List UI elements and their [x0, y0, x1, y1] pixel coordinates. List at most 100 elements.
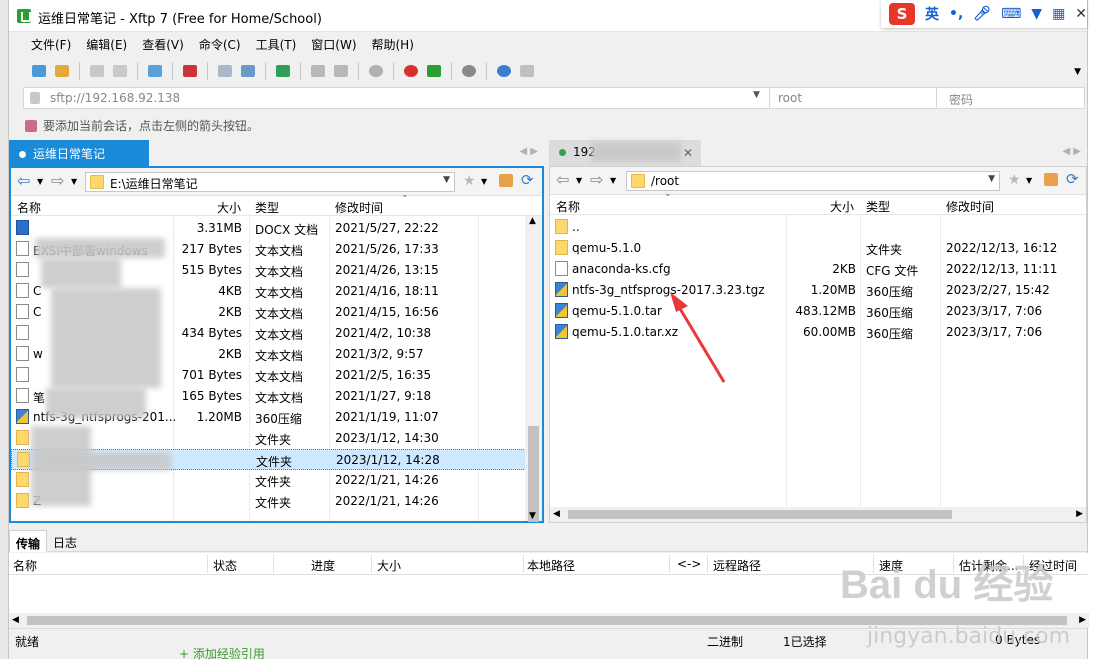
sogou-logo-icon[interactable]: S [889, 3, 915, 25]
file-row[interactable]: 3.31MB DOCX 文档 2021/5/27, 22:22 [11, 218, 542, 239]
forward-arrow-icon[interactable]: ⇨ [51, 173, 69, 189]
col-type[interactable]: 类型 [866, 198, 890, 215]
file-row[interactable]: qemu-5.1.0.tar.xz 60.00MB 360压缩 2023/3/17, … [550, 322, 1086, 343]
col-name[interactable]: 名称 [17, 199, 41, 216]
add-session-arrow-icon[interactable] [25, 119, 37, 132]
refresh-icon[interactable]: ⟳ [1066, 170, 1079, 188]
tcol-remote-path[interactable]: 远程路径 [713, 557, 761, 574]
ime-mode-label[interactable]: 英 [925, 4, 939, 24]
local-path-input[interactable]: E:\运维日常笔记 ▼ [85, 172, 455, 192]
scroll-left-icon[interactable]: ◀ [553, 509, 560, 519]
file-row[interactable]: ntfs-3g_ntfsprogs-2017.3.23.tgz 1.20MB 360… [550, 280, 1086, 301]
tab-transfer[interactable]: 传输 [9, 530, 48, 552]
globe-icon[interactable] [366, 62, 386, 80]
paste-icon[interactable] [331, 62, 351, 80]
menu-file[interactable]: 文件(F) [27, 36, 75, 53]
username-field[interactable]: root [769, 88, 924, 108]
address-dropdown-icon[interactable]: ▼ [753, 90, 760, 100]
password-field[interactable]: 密码 [936, 88, 1086, 108]
microphone-icon[interactable]: 🎤︎ [973, 6, 991, 22]
home-folder-icon[interactable] [499, 174, 513, 187]
close-icon[interactable]: ✕ [1075, 6, 1087, 22]
menu-tools[interactable]: 工具(T) [252, 36, 301, 53]
forward-arrow-icon[interactable]: ⇨ [590, 172, 608, 188]
tab-local-session[interactable]: 运维日常笔记 [9, 140, 149, 166]
back-dropdown-icon[interactable]: ▼ [37, 177, 43, 186]
disconnect-icon[interactable] [110, 62, 130, 80]
xftp-green-icon[interactable] [424, 62, 444, 80]
scroll-left-icon[interactable]: ◀ [12, 615, 19, 625]
col-modified[interactable]: 修改时间 [946, 198, 994, 215]
tcol-direction[interactable]: <-> [677, 557, 701, 571]
tcol-name[interactable]: 名称 [13, 557, 37, 574]
tcol-status[interactable]: 状态 [213, 557, 237, 574]
new-session-icon[interactable] [29, 62, 49, 80]
ime-toolbar[interactable]: S 英 •, 🎤︎ ⌨︎ ▼ ▦ ✕ [881, 0, 1087, 28]
tcol-eta[interactable]: 估计剩余... [959, 557, 1018, 574]
remote-horizontal-scrollbar[interactable]: ◀ ▶ [550, 507, 1086, 522]
keyboard-icon[interactable]: ⌨︎ [1001, 6, 1021, 22]
path-dropdown-icon[interactable]: ▼ [443, 175, 450, 185]
scroll-up-icon[interactable]: ▲ [529, 216, 536, 226]
skin-shirt-icon[interactable]: ▼ [1031, 6, 1042, 22]
netsarang-icon[interactable] [401, 62, 421, 80]
punctuation-icon[interactable]: •, [949, 6, 963, 22]
transfer-horizontal-scrollbar[interactable]: ◀ ▶ [9, 613, 1089, 628]
favorites-dropdown-icon[interactable]: ▼ [1026, 176, 1032, 185]
gear-icon[interactable] [459, 62, 479, 80]
new-window-icon[interactable] [145, 62, 165, 80]
tcol-elapsed[interactable]: 经过时间 [1029, 557, 1077, 574]
menu-view[interactable]: 查看(V) [138, 36, 188, 53]
connect-icon[interactable] [87, 62, 107, 80]
home-folder-icon[interactable] [1044, 173, 1058, 186]
back-arrow-icon[interactable]: ⇦ [556, 172, 574, 188]
back-arrow-icon[interactable]: ⇦ [17, 173, 35, 189]
col-type[interactable]: 类型 [255, 199, 279, 216]
refresh-icon[interactable]: ⟳ [521, 171, 534, 189]
col-size[interactable]: 大小 [830, 198, 854, 215]
forward-dropdown-icon[interactable]: ▼ [71, 177, 77, 186]
copy-icon[interactable] [308, 62, 328, 80]
file-row[interactable]: qemu-5.1.0.tar 483.12MB 360压缩 2023/3/17, 7:… [550, 301, 1086, 322]
sync-icon[interactable] [273, 62, 293, 80]
file-row[interactable]: anaconda-ks.cfg 2KB CFG 文件 2022/12/13, 11:1… [550, 259, 1086, 280]
scroll-thumb[interactable] [568, 510, 952, 519]
tab-scroll-arrows[interactable]: ◀ ▶ [1062, 146, 1081, 157]
col-name[interactable]: 名称 [556, 198, 580, 215]
scroll-right-icon[interactable]: ▶ [1076, 509, 1083, 519]
tcol-speed[interactable]: 速度 [879, 557, 903, 574]
upload-icon[interactable] [215, 62, 235, 80]
terminal-icon[interactable] [180, 62, 200, 80]
tcol-size[interactable]: 大小 [377, 557, 401, 574]
open-folder-icon[interactable] [52, 62, 72, 80]
chat-icon[interactable] [517, 62, 537, 80]
col-size[interactable]: 大小 [217, 199, 241, 216]
local-vertical-scrollbar[interactable]: ▲ ▼ [525, 216, 542, 522]
tcol-progress[interactable]: 进度 [311, 557, 335, 574]
menu-command[interactable]: 命令(C) [195, 36, 245, 53]
host-address-input[interactable]: sftp://192.168.92.138 [50, 91, 180, 105]
forward-dropdown-icon[interactable]: ▼ [610, 176, 616, 185]
col-modified[interactable]: 修改时间 [335, 199, 383, 216]
remote-path-input[interactable]: /root ▼ [626, 171, 1000, 191]
tab-remote-session[interactable]: 192 ✕ [549, 140, 701, 166]
menu-window[interactable]: 窗口(W) [307, 36, 360, 53]
favorites-star-icon[interactable]: ★ [1008, 172, 1021, 188]
menu-edit[interactable]: 编辑(E) [82, 36, 131, 53]
back-dropdown-icon[interactable]: ▼ [576, 176, 582, 185]
tcol-local-path[interactable]: 本地路径 [527, 557, 575, 574]
favorites-dropdown-icon[interactable]: ▼ [481, 177, 487, 186]
scroll-thumb[interactable] [27, 616, 1067, 625]
download-icon[interactable] [238, 62, 258, 80]
path-dropdown-icon[interactable]: ▼ [988, 174, 995, 184]
favorites-star-icon[interactable]: ★ [463, 173, 476, 189]
tab-close-icon[interactable]: ✕ [683, 146, 693, 160]
tab-scroll-arrows[interactable]: ◀ ▶ [519, 146, 538, 157]
scroll-down-icon[interactable]: ▼ [529, 511, 536, 521]
scroll-thumb[interactable] [528, 426, 539, 522]
file-row[interactable]: .. [550, 217, 1086, 238]
toolbar-overflow-icon[interactable]: ▼ [1074, 67, 1081, 77]
file-row[interactable]: qemu-5.1.0 文件夹 2022/12/13, 16:12 [550, 238, 1086, 259]
tab-log[interactable]: 日志 [47, 530, 83, 552]
menu-help[interactable]: 帮助(H) [368, 36, 418, 53]
